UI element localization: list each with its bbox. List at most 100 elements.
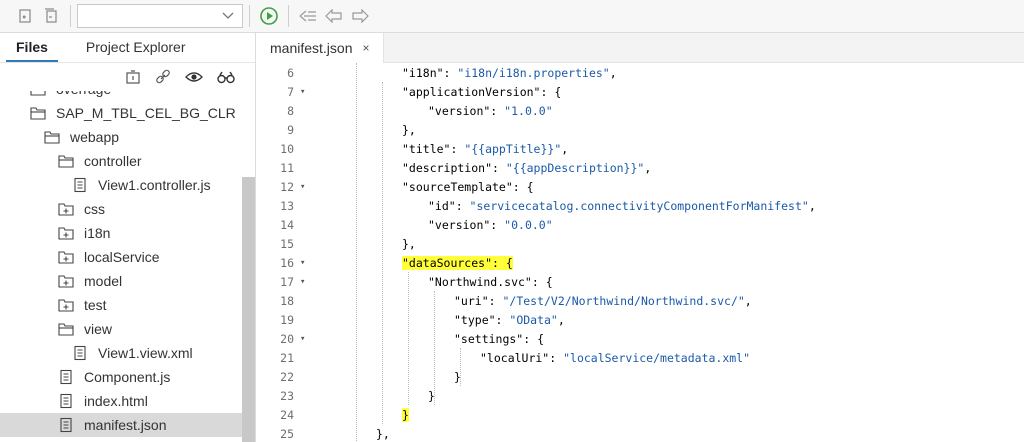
code-string: "servicecatalog.connectivityComponentFor… [469, 198, 809, 213]
code-token: , [557, 312, 565, 327]
folder-open-icon [30, 91, 46, 97]
tree-item-label: manifest.json [84, 417, 167, 433]
folder-open-icon [58, 321, 74, 337]
line-number: 6 [287, 65, 294, 80]
code-token: "i18n": [402, 65, 458, 80]
chevron-down-icon [222, 12, 234, 19]
tab-project-explorer[interactable]: Project Explorer [76, 39, 196, 62]
line-number: 23 [280, 388, 294, 403]
tree-item[interactable]: View1.view.xml [0, 341, 255, 365]
tree-item[interactable]: overrage [0, 91, 255, 101]
arrow-left-icon[interactable] [321, 3, 347, 29]
line-number: 15 [280, 236, 294, 251]
tree-item[interactable]: SAP_M_TBL_CEL_BG_CLR [0, 101, 255, 125]
line-number: 24 [280, 407, 294, 422]
code-token: "Northwind.svc": { [428, 274, 553, 289]
panel-tools [0, 63, 255, 91]
tree-item[interactable]: manifest.json [0, 413, 255, 437]
code-line: 9}, [256, 120, 1024, 139]
code-line: 21 "localUri": "localService/metadata.xml… [256, 348, 1024, 367]
tree-item[interactable]: View1.controller.js [0, 173, 255, 197]
tree-item[interactable]: view [0, 317, 255, 341]
tree-item-label: SAP_M_TBL_CEL_BG_CLR [56, 105, 236, 121]
code-token: }, [376, 426, 390, 441]
file-icon [72, 177, 88, 193]
code-text: }, [376, 427, 390, 441]
fold-arrow-icon[interactable]: ▾ [294, 182, 324, 192]
code-text: "dataSources": { [402, 255, 513, 270]
code-token: "sourceTemplate": { [402, 179, 534, 194]
line-number: 22 [280, 369, 294, 384]
fold-arrow-icon[interactable]: ▾ [294, 277, 324, 287]
tree-item[interactable]: test [0, 293, 255, 317]
code-token: } [402, 407, 409, 422]
code-token: , [744, 293, 752, 308]
link-icon[interactable] [155, 69, 171, 85]
fold-arrow-icon[interactable]: ▾ [294, 258, 324, 268]
indent-icon[interactable] [295, 3, 321, 29]
code-line: 16 ▾ "dataSources": { [256, 253, 1024, 272]
editor-tabs: manifest.json × [256, 33, 1024, 63]
indent-guide [460, 348, 461, 386]
code-token: "dataSources": { [402, 255, 513, 270]
tab-files[interactable]: Files [6, 39, 58, 62]
file-icon [72, 345, 88, 361]
fold-arrow-icon[interactable]: ▾ [294, 334, 324, 344]
tree-item[interactable]: localService [0, 245, 255, 269]
code-string: "0.0.0" [504, 217, 553, 232]
code-string: "i18n/i18n.properties" [457, 65, 610, 80]
arrow-right-icon[interactable] [347, 3, 373, 29]
code-token: , [609, 65, 617, 80]
tree-item-label: css [84, 201, 105, 217]
line-number: 14 [280, 217, 294, 232]
tree-item[interactable]: model [0, 269, 255, 293]
close-icon[interactable]: × [362, 41, 369, 55]
tree-item[interactable]: webapp [0, 125, 255, 149]
code-text: }, [402, 123, 416, 137]
code-line: 8 "version": "1.0.0" [256, 101, 1024, 120]
folder-open-icon [58, 153, 74, 169]
line-number: 25 [280, 426, 294, 441]
code-area[interactable]: 6 "i18n": "i18n/i18n.properties", 7 ▾ "appli… [256, 63, 1024, 442]
code-text: "title": "{{appTitle}}", [402, 142, 568, 156]
code-string: "{{appTitle}}" [464, 141, 562, 156]
code-token: "type": [454, 312, 510, 327]
redo-file-icon[interactable] [38, 3, 64, 29]
code-editor: manifest.json × 6 "i18n": "i18n/i18n.prop… [256, 33, 1024, 442]
indent-guide [382, 82, 383, 424]
tree-item[interactable]: css [0, 197, 255, 221]
undo-file-icon[interactable] [12, 3, 38, 29]
line-number: 18 [280, 293, 294, 308]
code-text: "localUri": "localService/metadata.xml" [480, 351, 750, 365]
code-line: 18 "uri": "/Test/V2/Northwind/Northwind.s… [256, 291, 1024, 310]
files-panel: Files Project Explorer overrage SAP_M_TBL… [0, 33, 256, 442]
code-line: 10 "title": "{{appTitle}}", [256, 139, 1024, 158]
toolbar-divider [288, 5, 289, 27]
tree-item-label: overrage [56, 91, 111, 97]
tab-manifest-json[interactable]: manifest.json × [256, 33, 384, 63]
code-text: "sourceTemplate": { [402, 180, 534, 194]
code-string: "localService/metadata.xml" [563, 350, 751, 365]
code-line: 20 ▾ "settings": { [256, 329, 1024, 348]
run-icon[interactable] [256, 3, 282, 29]
line-number: 7 [287, 84, 294, 99]
code-line: 14 "version": "0.0.0" [256, 215, 1024, 234]
code-text: "uri": "/Test/V2/Northwind/Northwind.svc… [454, 294, 752, 308]
tree-item[interactable]: i18n [0, 221, 255, 245]
eye-icon[interactable] [185, 70, 203, 84]
code-token: "description": [402, 160, 506, 175]
tree-item[interactable]: Component.js [0, 365, 255, 389]
code-line: 24} [256, 405, 1024, 424]
tree-item[interactable]: controller [0, 149, 255, 173]
code-string: "{{appDescription}}" [505, 160, 645, 175]
tree-item-label: controller [84, 153, 142, 169]
code-token: , [561, 141, 569, 156]
fold-arrow-icon[interactable]: ▾ [294, 87, 324, 97]
editor-tab-label: manifest.json [270, 40, 353, 56]
run-config-dropdown[interactable] [77, 4, 243, 28]
tree-item-label: test [84, 297, 107, 313]
collapse-all-icon[interactable] [125, 69, 141, 85]
binoculars-icon[interactable] [217, 70, 235, 84]
tree-item[interactable]: index.html [0, 389, 255, 413]
tree-scrollbar[interactable] [242, 177, 255, 442]
